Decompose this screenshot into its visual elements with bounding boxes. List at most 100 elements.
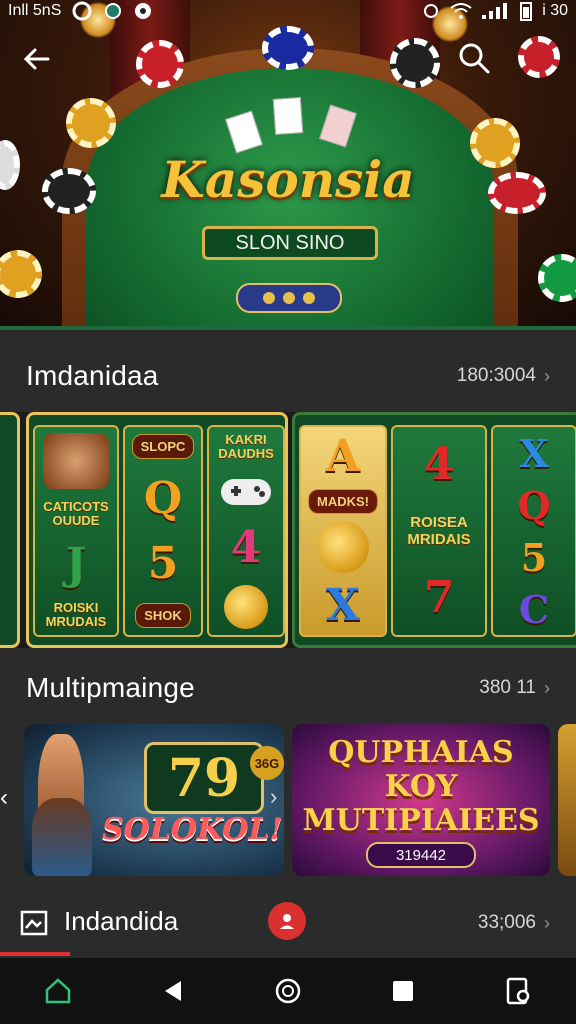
section-header[interactable]: Imdanidaa 180:3004 ›: [0, 354, 576, 398]
card-title: QUPHAIAS KOY MUTIPIAIEES: [302, 735, 540, 838]
notification-icon: [105, 3, 122, 19]
chip-dot-icon: [283, 292, 295, 304]
bottom-nav-bar: [0, 958, 576, 1024]
gamepad-icon: [221, 479, 271, 506]
reel-label: ROISEA MRIDAIS: [407, 514, 471, 548]
circle-home-icon: [275, 978, 301, 1004]
game-card[interactable]: 79 36G SOLOKOL!: [24, 724, 284, 876]
back-button[interactable]: [20, 42, 54, 76]
chip-dot-icon: [303, 292, 315, 304]
poker-chip: [66, 98, 116, 148]
coin-icon: [224, 584, 268, 629]
status-left-text: Inll 5nS: [8, 2, 62, 19]
section-header[interactable]: Multipmainge 380 11 ›: [0, 666, 576, 710]
chevron-right-icon: ›: [544, 677, 550, 698]
reel-badge: SHOK: [135, 603, 191, 628]
reel-symbol: J: [65, 539, 87, 591]
section-count: 180:3004 ›: [457, 365, 550, 387]
card-subtitle: 319442: [366, 842, 476, 868]
back-nav-button[interactable]: [153, 971, 193, 1011]
reel-label: ROISKI MRUDAIS: [45, 600, 107, 630]
game-card[interactable]: QUPHAIAS KOY MUTIPIAIEES 319442: [292, 724, 550, 876]
back-arrow-icon: [23, 48, 50, 70]
poker-chip: [518, 36, 560, 78]
reel-badge: MADKS!: [308, 488, 378, 514]
card-title: SOLOKOL!: [102, 812, 283, 847]
slot-number: 79: [144, 742, 264, 814]
home-button[interactable]: [38, 971, 78, 1011]
section-header[interactable]: Indandida 33;006 ›: [0, 896, 576, 952]
profile-icon: [507, 977, 530, 1005]
hero-logo: Kasonsia: [161, 150, 415, 209]
reel-column: CATICOTS OUUDE J ROISKI MRUDAIS: [33, 425, 119, 637]
square-recents-icon: [393, 981, 414, 1001]
hero-divider: [0, 326, 576, 330]
reel-column: X Q 5 C: [491, 425, 576, 637]
poker-chip: [538, 254, 576, 302]
status-left: Inll 5nS: [8, 0, 153, 22]
reel-symbol: Q: [143, 473, 183, 524]
wifi-icon: [450, 3, 472, 19]
reel-column: A MADKS! X: [299, 425, 387, 637]
section-count-value: 180:3004: [456, 365, 536, 386]
character-image: [43, 432, 109, 489]
user-alert-icon: [280, 914, 294, 929]
reel-column: SLOPC Q 5 SHOK: [123, 425, 203, 637]
status-right: i 30: [422, 1, 568, 21]
chip-dot-icon: [263, 292, 275, 304]
carousel-prev-button[interactable]: ‹: [0, 784, 8, 812]
reel-symbol: Q: [517, 482, 551, 528]
reel-symbol: 5: [147, 538, 179, 589]
reel-symbol: C: [518, 586, 550, 632]
search-icon: [459, 43, 490, 74]
reel-label: KAKRI DAUDHS: [218, 432, 274, 462]
search-button[interactable]: [456, 40, 492, 76]
sun-coin-icon: [317, 521, 369, 574]
record-button[interactable]: [268, 902, 306, 940]
back-triangle-icon: [164, 981, 181, 1001]
alarm-icon: [424, 4, 439, 18]
reel-label: CATICOTS OUUDE: [43, 498, 109, 528]
slot-reels-row: CATICOTS OUUDE J ROISKI MRUDAIS SLOPC Q …: [0, 412, 576, 648]
poker-chip: [0, 250, 42, 298]
sync-icon: [72, 1, 92, 21]
hero-chip-bar: [236, 283, 342, 313]
playing-card: [272, 97, 304, 135]
slot-game-tile-partial[interactable]: [0, 412, 20, 648]
recents-nav-button[interactable]: [383, 971, 423, 1011]
reel-symbol: X: [519, 430, 549, 476]
game-card-partial[interactable]: [558, 724, 576, 876]
slot-game-tile[interactable]: CATICOTS OUUDE J ROISKI MRUDAIS SLOPC Q …: [26, 412, 288, 648]
poker-chip: [136, 40, 184, 88]
home-icon: [45, 978, 70, 1004]
soccer-icon: [135, 3, 152, 19]
profile-nav-button[interactable]: [498, 971, 538, 1011]
chevron-right-icon: ›: [544, 912, 550, 933]
section-title: Multipmainge: [26, 672, 195, 703]
poker-chip: [262, 26, 314, 70]
reel-column: 4 ROISEA MRIDAIS 7: [391, 425, 487, 637]
image-icon: [20, 910, 48, 936]
reel-column: KAKRI DAUDHS 4: [207, 425, 285, 637]
status-bar: Inll 5nS i 30: [0, 0, 576, 22]
game-cards-carousel: 79 36G SOLOKOL! QUPHAIAS KOY MUTIPIAIEES…: [0, 724, 576, 876]
scroll-progress-indicator: [0, 952, 70, 956]
card-badge: 36G: [250, 746, 284, 780]
section-count-value: 33;006: [477, 912, 536, 933]
reel-symbol: 4: [230, 521, 262, 573]
home-nav-button[interactable]: [268, 971, 308, 1011]
carousel-next-button[interactable]: ›: [270, 784, 277, 810]
signal-icon: [482, 3, 508, 19]
hero-subtitle: SLON SINO: [202, 226, 378, 260]
reel-symbol: 7: [423, 572, 455, 623]
section-count: 33;006 ›: [478, 912, 550, 934]
reel-symbol: X: [325, 580, 361, 632]
reel-symbol: A: [325, 430, 361, 482]
status-right-text: i 30: [542, 2, 568, 19]
section-title: Indandida: [64, 906, 179, 936]
reel-symbol: 4: [423, 439, 455, 490]
slot-game-tile[interactable]: A MADKS! X 4 ROISEA MRIDAIS 7 X Q 5 C: [292, 412, 576, 648]
reel-badge: SLOPC: [131, 434, 195, 459]
section-title: Imdanidaa: [26, 360, 159, 391]
poker-chip: [390, 38, 440, 88]
